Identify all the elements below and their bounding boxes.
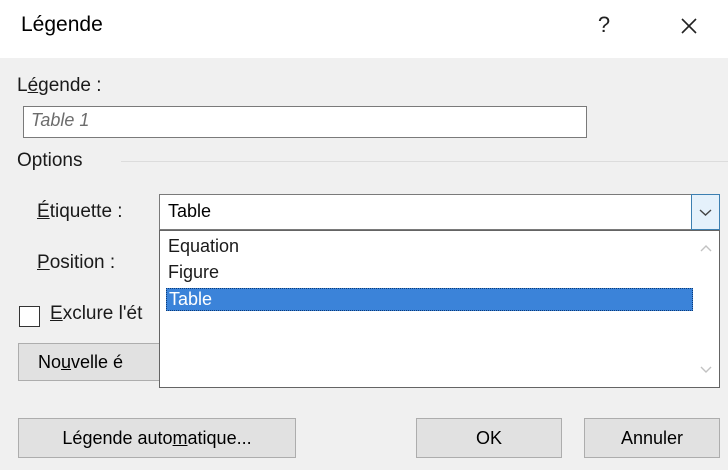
dropdown-option-table[interactable]: Table	[166, 288, 693, 311]
chevron-down-icon	[699, 209, 712, 216]
options-group-title: Options	[17, 150, 83, 171]
dropdown-scrollbar[interactable]	[693, 231, 719, 387]
scroll-down-icon[interactable]	[698, 363, 714, 375]
label-field-label: Étiquette :	[37, 201, 123, 222]
exclude-label-text: Exclure l'ét	[50, 303, 143, 324]
caption-input[interactable]: Table 1	[23, 106, 587, 138]
label-dropdown[interactable]: Table	[159, 194, 720, 230]
help-button[interactable]: ?	[590, 12, 618, 42]
dialog-title: Légende	[21, 13, 103, 36]
options-separator	[121, 161, 728, 162]
close-button[interactable]	[672, 9, 706, 43]
cancel-button[interactable]: Annuler	[584, 418, 720, 458]
dropdown-toggle[interactable]	[691, 194, 720, 230]
label-dropdown-list[interactable]: Equation Figure Table	[159, 230, 720, 388]
dropdown-option-equation[interactable]: Equation	[166, 236, 693, 259]
new-label-button[interactable]: Nouvelle é	[18, 343, 168, 381]
position-field-label: Position :	[37, 252, 116, 273]
dropdown-option-figure[interactable]: Figure	[166, 262, 693, 285]
scroll-up-icon[interactable]	[698, 243, 714, 255]
ok-button[interactable]: OK	[416, 418, 562, 458]
label-dropdown-value: Table	[168, 201, 212, 221]
auto-caption-button[interactable]: Légende automatique...	[18, 418, 296, 458]
title-bar	[0, 0, 728, 58]
caption-label: Légende :	[17, 75, 102, 96]
close-icon	[681, 18, 697, 34]
exclude-label-checkbox[interactable]	[19, 306, 40, 327]
